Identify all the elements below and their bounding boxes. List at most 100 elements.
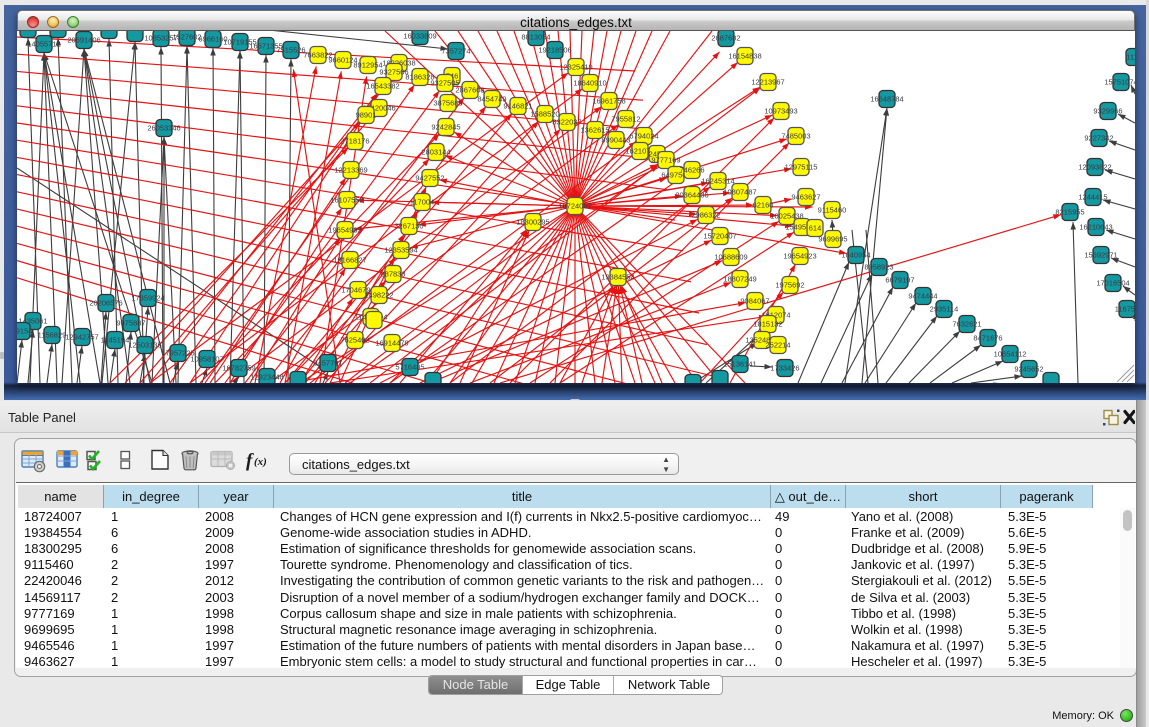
svg-text:12942757: 12942757	[65, 333, 98, 342]
svg-text:117004: 117004	[410, 198, 434, 207]
svg-text:8958923: 8958923	[864, 263, 893, 272]
svg-text:2986322: 2986322	[691, 211, 720, 220]
svg-text:15692971: 15692971	[1084, 251, 1117, 260]
svg-text:1733426: 1733426	[770, 364, 799, 373]
svg-text:8454749: 8454749	[477, 95, 506, 104]
svg-text:9457791: 9457791	[313, 359, 342, 368]
svg-text:17016504: 17016504	[1096, 279, 1129, 288]
svg-text:5716485: 5716485	[395, 363, 424, 372]
svg-text:16033809: 16033809	[403, 32, 436, 41]
svg-text:8215955: 8215955	[1055, 208, 1084, 217]
svg-text:3875685: 3875685	[433, 99, 462, 108]
svg-text:12325419: 12325419	[559, 63, 592, 72]
svg-text:19654923: 19654923	[783, 252, 816, 261]
svg-text:7485003: 7485003	[781, 132, 810, 141]
svg-text:116753: 116753	[1115, 305, 1135, 314]
svg-text:746266: 746266	[679, 166, 704, 175]
svg-text:6679197: 6679197	[885, 276, 914, 285]
svg-text:10688609: 10688609	[714, 253, 747, 262]
svg-text:614: 614	[809, 224, 822, 233]
svg-text:16961758: 16961758	[592, 97, 625, 106]
svg-text:1815132: 1815132	[753, 320, 782, 329]
svg-text:9474444: 9474444	[908, 292, 937, 301]
svg-text:1975692: 1975692	[775, 281, 804, 290]
svg-text:16210643: 16210643	[1079, 223, 1112, 232]
svg-text:2867608: 2867608	[455, 86, 484, 95]
svg-text:9329966: 9329966	[1093, 107, 1122, 116]
svg-text:1362615: 1362615	[580, 126, 609, 135]
svg-text:10958107: 10958107	[190, 355, 223, 364]
svg-text:16543382: 16543382	[366, 82, 399, 91]
svg-text:15720407: 15720407	[703, 232, 736, 241]
svg-text:2718176: 2718176	[340, 137, 369, 146]
svg-text:1498222: 1498222	[364, 291, 393, 300]
svg-text:2935114: 2935114	[930, 305, 959, 314]
svg-text:887833: 887833	[380, 270, 405, 279]
svg-text:16914479: 16914479	[375, 339, 408, 348]
svg-text:12923448: 12923448	[250, 373, 283, 382]
svg-text:1145194: 1145194	[101, 336, 130, 345]
svg-text:8322037: 8322037	[552, 118, 581, 127]
svg-text:16648784: 16648784	[870, 95, 903, 104]
svg-text:10654112: 10654112	[994, 350, 1027, 359]
svg-text:19166827: 19166827	[333, 256, 366, 265]
svg-text:9245652: 9245652	[1014, 365, 1043, 374]
svg-text:7625402: 7625402	[340, 336, 369, 345]
svg-text:98901: 98901	[356, 111, 377, 120]
svg-text:12975115: 12975115	[785, 163, 818, 172]
svg-text:9777169: 9777169	[651, 156, 680, 165]
svg-text:1117: 1117	[1126, 53, 1135, 62]
svg-text:(x): (x)	[254, 456, 267, 468]
svg-text:8990443: 8990443	[601, 136, 630, 145]
svg-text:12213967: 12213967	[751, 78, 784, 87]
svg-text:20364436: 20364436	[675, 191, 708, 200]
svg-text:12213369: 12213369	[334, 166, 367, 175]
svg-text:9327506: 9327506	[379, 68, 408, 77]
svg-text:16154838: 16154838	[728, 52, 761, 61]
svg-text:9975887: 9975887	[116, 319, 145, 328]
svg-text:6794024: 6794024	[629, 132, 658, 141]
svg-text:9084067: 9084067	[740, 297, 769, 306]
svg-text:18300295: 18300295	[516, 218, 549, 227]
svg-text:1527602: 1527602	[172, 33, 201, 42]
svg-text:16782759: 16782759	[222, 364, 255, 373]
svg-text:9115460: 9115460	[818, 206, 847, 215]
svg-text:16107552: 16107552	[330, 196, 363, 205]
svg-text:15751074: 15751074	[1104, 78, 1135, 87]
svg-text:f: f	[246, 451, 254, 472]
svg-text:8471676: 8471676	[973, 334, 1002, 343]
svg-text:26053346: 26053346	[147, 124, 180, 133]
svg-text:39154: 39154	[17, 327, 32, 336]
svg-text:18724007: 18724007	[558, 202, 591, 211]
svg-text:8813054: 8813054	[521, 33, 550, 42]
svg-text:2687682: 2687682	[711, 34, 740, 43]
svg-text:17359924: 17359924	[131, 294, 164, 303]
svg-text:20206576: 20206576	[89, 299, 122, 308]
svg-text:7357274: 7357274	[441, 47, 470, 56]
svg-text:18807249: 18807249	[723, 275, 756, 284]
svg-text:7632621: 7632621	[952, 320, 981, 329]
svg-text:12353594: 12353594	[384, 246, 417, 255]
svg-text:7955812: 7955812	[611, 115, 640, 124]
svg-text:14055712: 14055712	[27, 40, 60, 49]
svg-text:1244415: 1244415	[1078, 193, 1107, 202]
svg-text:62160: 62160	[753, 201, 774, 210]
svg-text:9242845: 9242845	[431, 123, 460, 132]
svg-text:19654982: 19654982	[328, 226, 361, 235]
svg-text:20691406: 20691406	[67, 36, 100, 45]
svg-text:15136141: 15136141	[723, 360, 756, 369]
svg-text:9699695: 9699695	[818, 235, 847, 244]
svg-text:19384554: 19384554	[601, 273, 634, 282]
svg-text:9427552: 9427552	[415, 174, 444, 183]
svg-text:10807487: 10807487	[723, 188, 756, 197]
svg-text:1156829: 1156829	[38, 331, 67, 340]
svg-text:8912954: 8912954	[353, 61, 382, 70]
svg-text:252214: 252214	[765, 341, 790, 350]
svg-text:2803144: 2803144	[421, 148, 450, 157]
svg-text:16245314: 16245314	[701, 177, 734, 186]
svg-text:9146821: 9146821	[503, 102, 532, 111]
svg-text:12503135: 12503135	[128, 341, 161, 350]
svg-text:7515526: 7515526	[276, 46, 305, 55]
svg-text:3267130: 3267130	[394, 222, 423, 231]
svg-text:1640954: 1640954	[841, 251, 870, 260]
